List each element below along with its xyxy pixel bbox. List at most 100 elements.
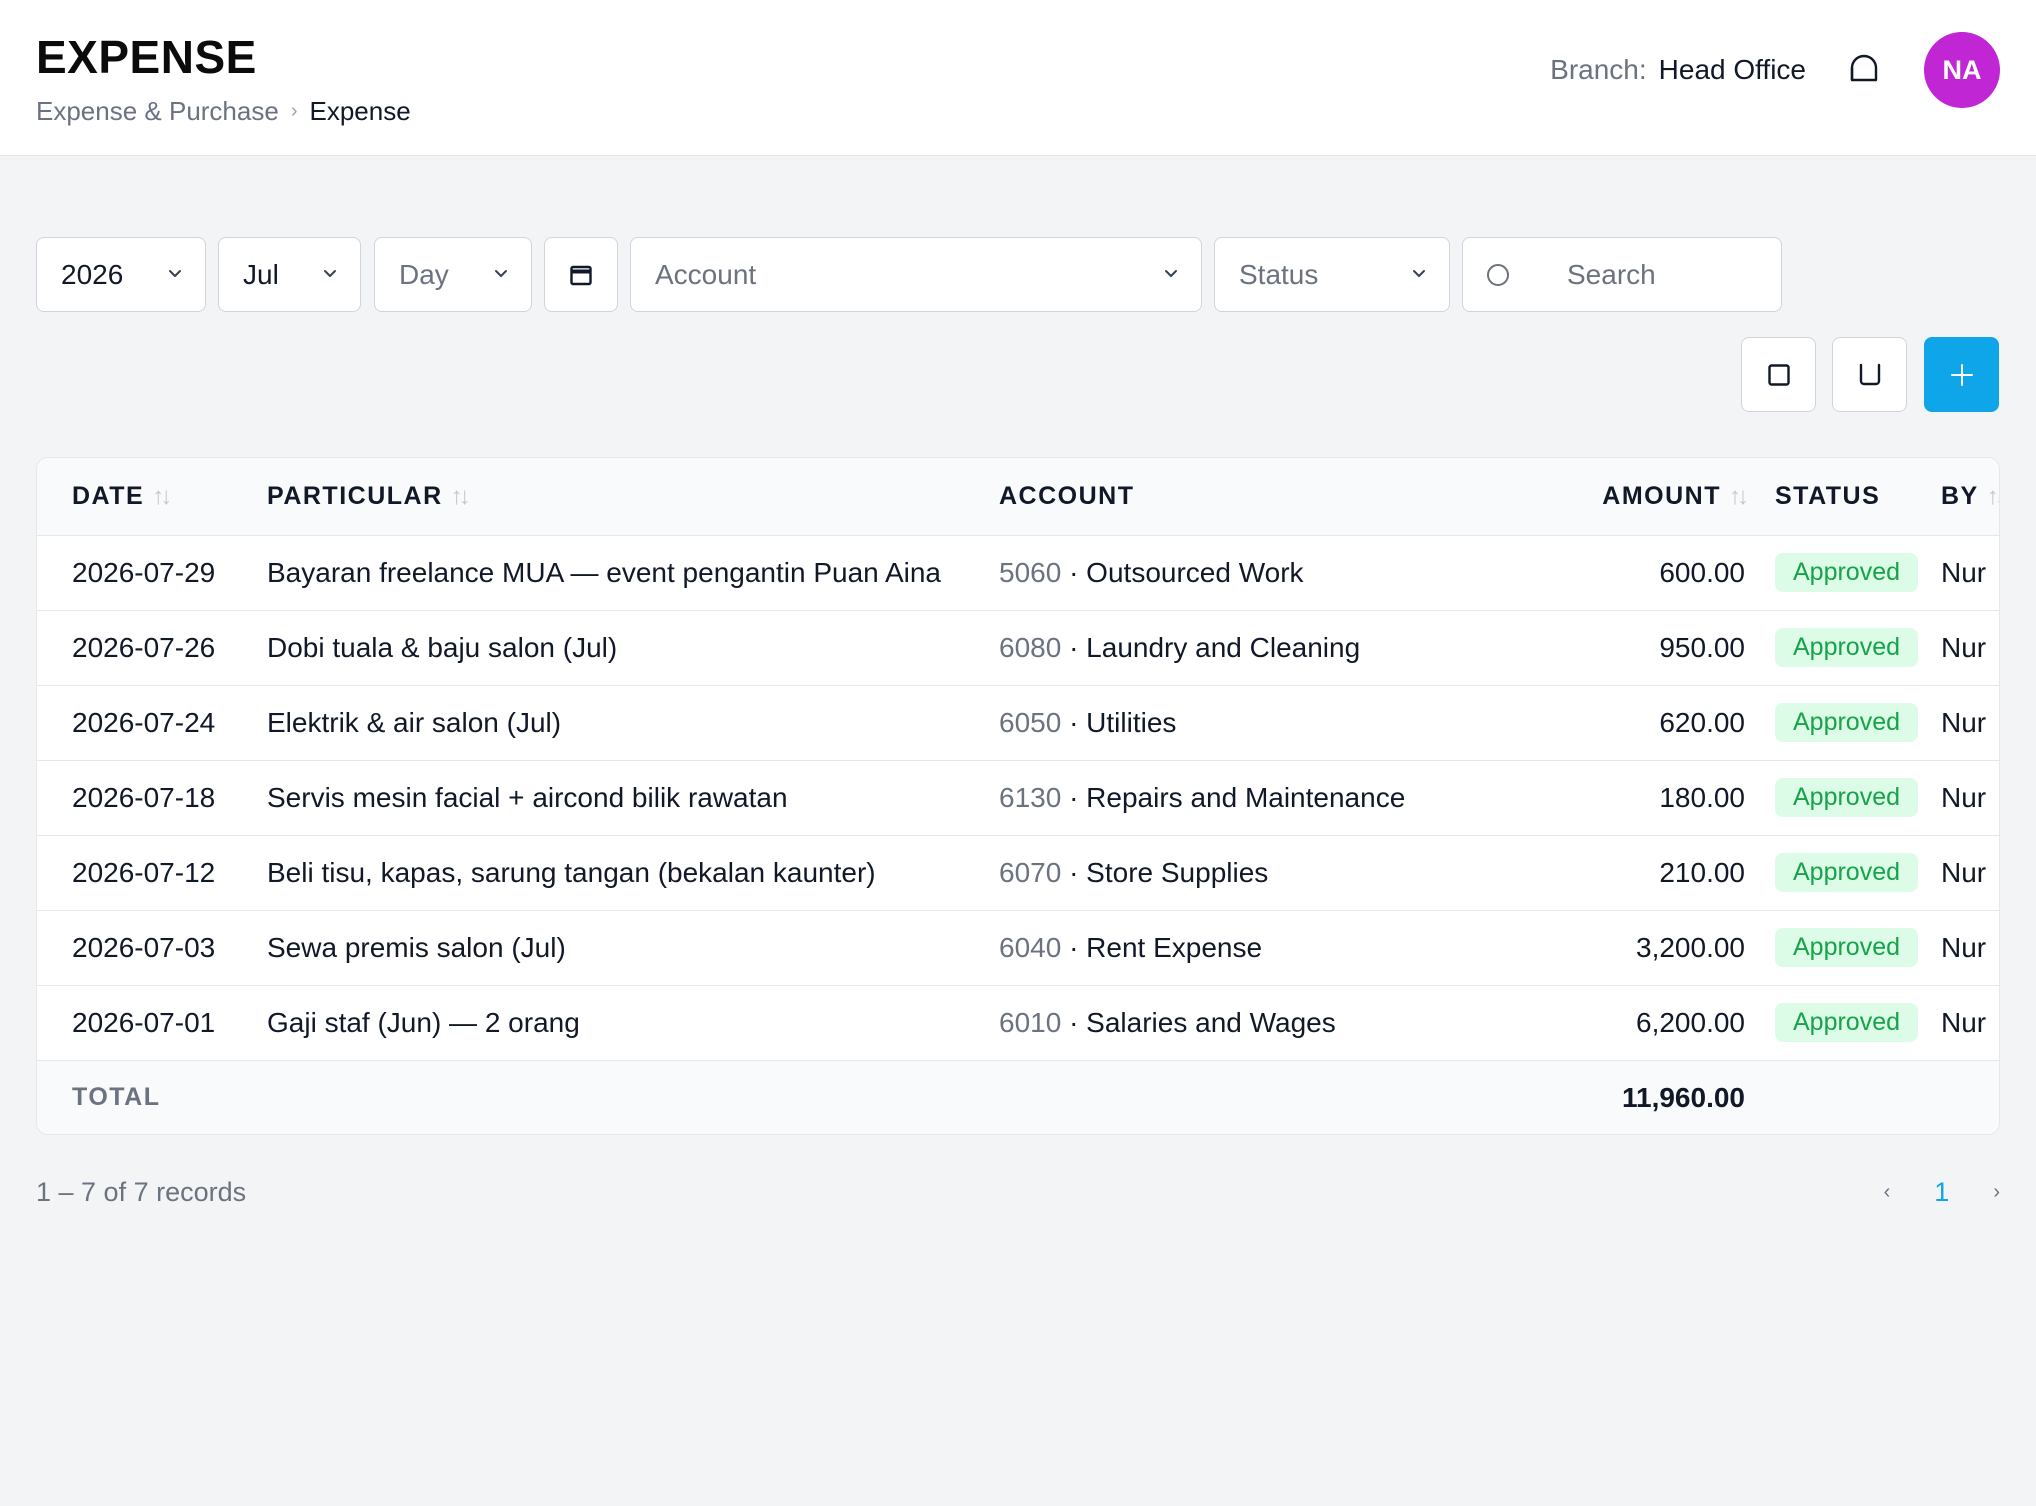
- download-button[interactable]: [1832, 337, 1907, 412]
- cell-amount: 3,200.00: [1431, 910, 1745, 986]
- account-code: 6070: [999, 856, 1062, 888]
- breadcrumb-separator: ›: [290, 100, 298, 122]
- cell-account: 5060 · Outsourced Work: [999, 535, 1431, 611]
- cell-account: 6050 · Utilities: [999, 685, 1431, 761]
- cell-status: Approved: [1745, 910, 1941, 986]
- cell-by: Nur: [1941, 685, 1999, 761]
- cell-account: 6040 · Rent Expense: [999, 910, 1431, 986]
- bell-icon[interactable]: [1848, 52, 1880, 86]
- column-header-date[interactable]: DATE ↑↓: [37, 458, 267, 536]
- table-total-row: TOTAL 11,960.00: [37, 1060, 1999, 1134]
- page-number-button[interactable]: 1: [1934, 1177, 1949, 1208]
- table-row[interactable]: 2026-07-26 Dobi tuala & baju salon (Jul) 6…: [37, 610, 1999, 686]
- cell-amount: 210.00: [1431, 835, 1745, 911]
- cell-account: 6130 · Repairs and Maintenance: [999, 760, 1431, 836]
- plus-icon: [1950, 363, 1973, 386]
- chevron-down-icon: [1413, 270, 1425, 277]
- cell-date: 2026-07-12: [37, 835, 267, 911]
- cell-date: 2026-07-18: [37, 760, 267, 836]
- cell-by: Nur: [1941, 985, 1999, 1061]
- cell-particular: Bayaran freelance MUA — event pengantin …: [267, 535, 999, 611]
- chevron-down-icon: [1165, 270, 1177, 277]
- account-name: · Laundry and Cleaning: [1069, 631, 1361, 663]
- table-row[interactable]: 2026-07-18 Servis mesin facial + aircond …: [37, 760, 1999, 836]
- cell-account: 6070 · Store Supplies: [999, 835, 1431, 911]
- column-header-by[interactable]: BY↑↓: [1941, 458, 1999, 536]
- column-header-status: STATUS: [1745, 458, 1941, 536]
- expense-table: DATE ↑↓ PARTICULAR ↑↓ ACCOUNT AMOUNT ↑↓ STA…: [36, 457, 2000, 1135]
- sort-icon: ↑↓: [450, 482, 471, 510]
- cell-particular: Sewa premis salon (Jul): [267, 910, 999, 986]
- search-input[interactable]: Search: [1462, 237, 1782, 312]
- cell-status: Approved: [1745, 610, 1941, 686]
- account-select[interactable]: Account: [630, 237, 1202, 312]
- status-badge: Approved: [1775, 853, 1919, 892]
- day-select[interactable]: Day: [374, 237, 532, 312]
- account-code: 6050: [999, 706, 1062, 738]
- table-row[interactable]: 2026-07-24 Elektrik & air salon (Jul) 6050…: [37, 685, 1999, 761]
- cell-date: 2026-07-03: [37, 910, 267, 986]
- branch-label: Branch:: [1550, 54, 1647, 85]
- cell-account: 6080 · Laundry and Cleaning: [999, 610, 1431, 686]
- status-badge: Approved: [1775, 553, 1919, 592]
- breadcrumb-parent-link[interactable]: Expense & Purchase: [36, 96, 279, 127]
- column-header-particular[interactable]: PARTICULAR ↑↓: [267, 458, 999, 536]
- sort-icon: ↑↓: [152, 482, 172, 510]
- cell-amount: 950.00: [1431, 610, 1745, 686]
- add-expense-button[interactable]: [1924, 337, 1999, 412]
- account-code: 5060: [999, 556, 1062, 588]
- sort-icon: ↑↓: [1729, 482, 1749, 510]
- breadcrumb-current: Expense: [309, 96, 411, 126]
- account-name: · Store Supplies: [1069, 856, 1269, 888]
- cell-date: 2026-07-24: [37, 685, 267, 761]
- table-row[interactable]: 2026-07-03 Sewa premis salon (Jul) 6040 · …: [37, 910, 1999, 986]
- cell-by: Nur: [1941, 760, 1999, 836]
- branch-selector[interactable]: Branch: Head Office: [1550, 54, 1806, 86]
- total-value: 11,960.00: [1621, 1081, 1745, 1113]
- column-header-account: ACCOUNT: [999, 458, 1431, 536]
- column-header-amount[interactable]: AMOUNT ↑↓: [1431, 458, 1749, 536]
- select-all-button[interactable]: [1741, 337, 1816, 412]
- square-icon: [1767, 363, 1790, 386]
- cell-status: Approved: [1745, 535, 1941, 611]
- year-select[interactable]: 2026: [36, 237, 206, 312]
- next-page-button[interactable]: ›: [1993, 1181, 2000, 1204]
- cell-status: Approved: [1745, 760, 1941, 836]
- month-select[interactable]: Jul: [218, 237, 361, 312]
- cell-date: 2026-07-01: [37, 985, 267, 1061]
- status-badge: Approved: [1775, 928, 1919, 967]
- cell-status: Approved: [1745, 985, 1941, 1061]
- pagination: ‹ 1 ›: [1884, 1177, 2000, 1208]
- table-row[interactable]: 2026-07-29 Bayaran freelance MUA — event …: [37, 535, 1999, 611]
- total-label: TOTAL: [72, 1083, 161, 1112]
- branch-value: Head Office: [1658, 54, 1806, 85]
- cell-by: Nur: [1941, 910, 1999, 986]
- cell-date: 2026-07-26: [37, 610, 267, 686]
- cell-amount: 180.00: [1431, 760, 1745, 836]
- cell-particular: Beli tisu, kapas, sarung tangan (bekalan…: [267, 835, 999, 911]
- cell-by: Nur: [1941, 835, 1999, 911]
- account-code: 6080: [999, 631, 1062, 663]
- chevron-down-icon: [324, 270, 336, 277]
- calendar-icon: [570, 265, 592, 285]
- top-header: EXPENSE Expense & Purchase › Expense Bra…: [0, 0, 2036, 156]
- status-badge: Approved: [1775, 628, 1919, 667]
- table-row[interactable]: 2026-07-01 Gaji staf (Jun) — 2 orang 6010 …: [37, 985, 1999, 1061]
- account-code: 6040: [999, 931, 1062, 963]
- table-row[interactable]: 2026-07-12 Beli tisu, kapas, sarung tanga…: [37, 835, 1999, 911]
- year-select-value: 2026: [61, 258, 124, 290]
- account-name: · Repairs and Maintenance: [1069, 781, 1406, 813]
- account-code: 6010: [999, 1006, 1062, 1038]
- account-select-placeholder: Account: [655, 258, 757, 290]
- cell-amount: 6,200.00: [1431, 985, 1745, 1061]
- avatar[interactable]: NA: [1924, 32, 2000, 108]
- account-name: · Outsourced Work: [1069, 556, 1304, 588]
- cell-particular: Elektrik & air salon (Jul): [267, 685, 999, 761]
- status-badge: Approved: [1775, 778, 1919, 817]
- status-select[interactable]: Status: [1214, 237, 1450, 312]
- date-picker-button[interactable]: [544, 237, 618, 312]
- records-summary: 1 – 7 of 7 records: [36, 1177, 247, 1207]
- cell-particular: Gaji staf (Jun) — 2 orang: [267, 985, 999, 1061]
- prev-page-button[interactable]: ‹: [1884, 1181, 1891, 1204]
- chevron-down-icon: [495, 270, 507, 277]
